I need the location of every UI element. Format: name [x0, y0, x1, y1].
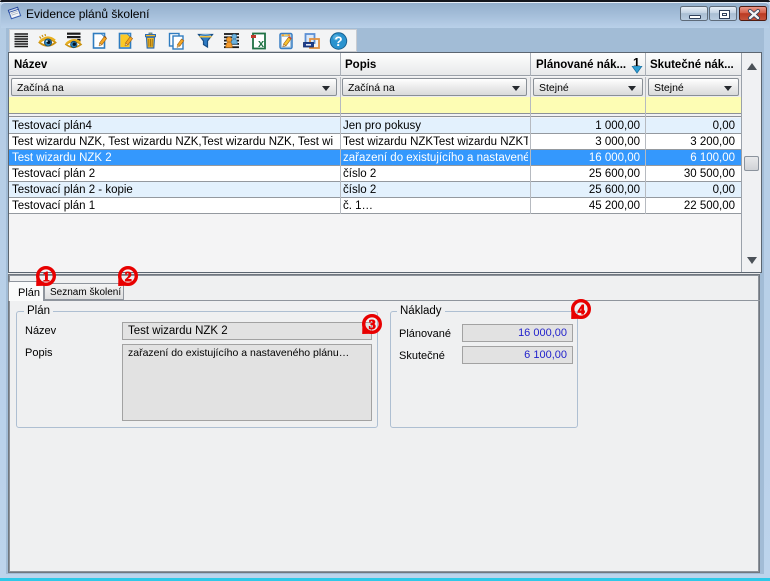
svg-text:1: 1	[43, 270, 50, 285]
svg-text:?: ?	[334, 34, 342, 49]
svg-text:x: x	[258, 38, 265, 50]
svg-text:3: 3	[369, 318, 376, 333]
svg-text:2: 2	[125, 270, 132, 285]
svg-text:4: 4	[578, 303, 585, 318]
